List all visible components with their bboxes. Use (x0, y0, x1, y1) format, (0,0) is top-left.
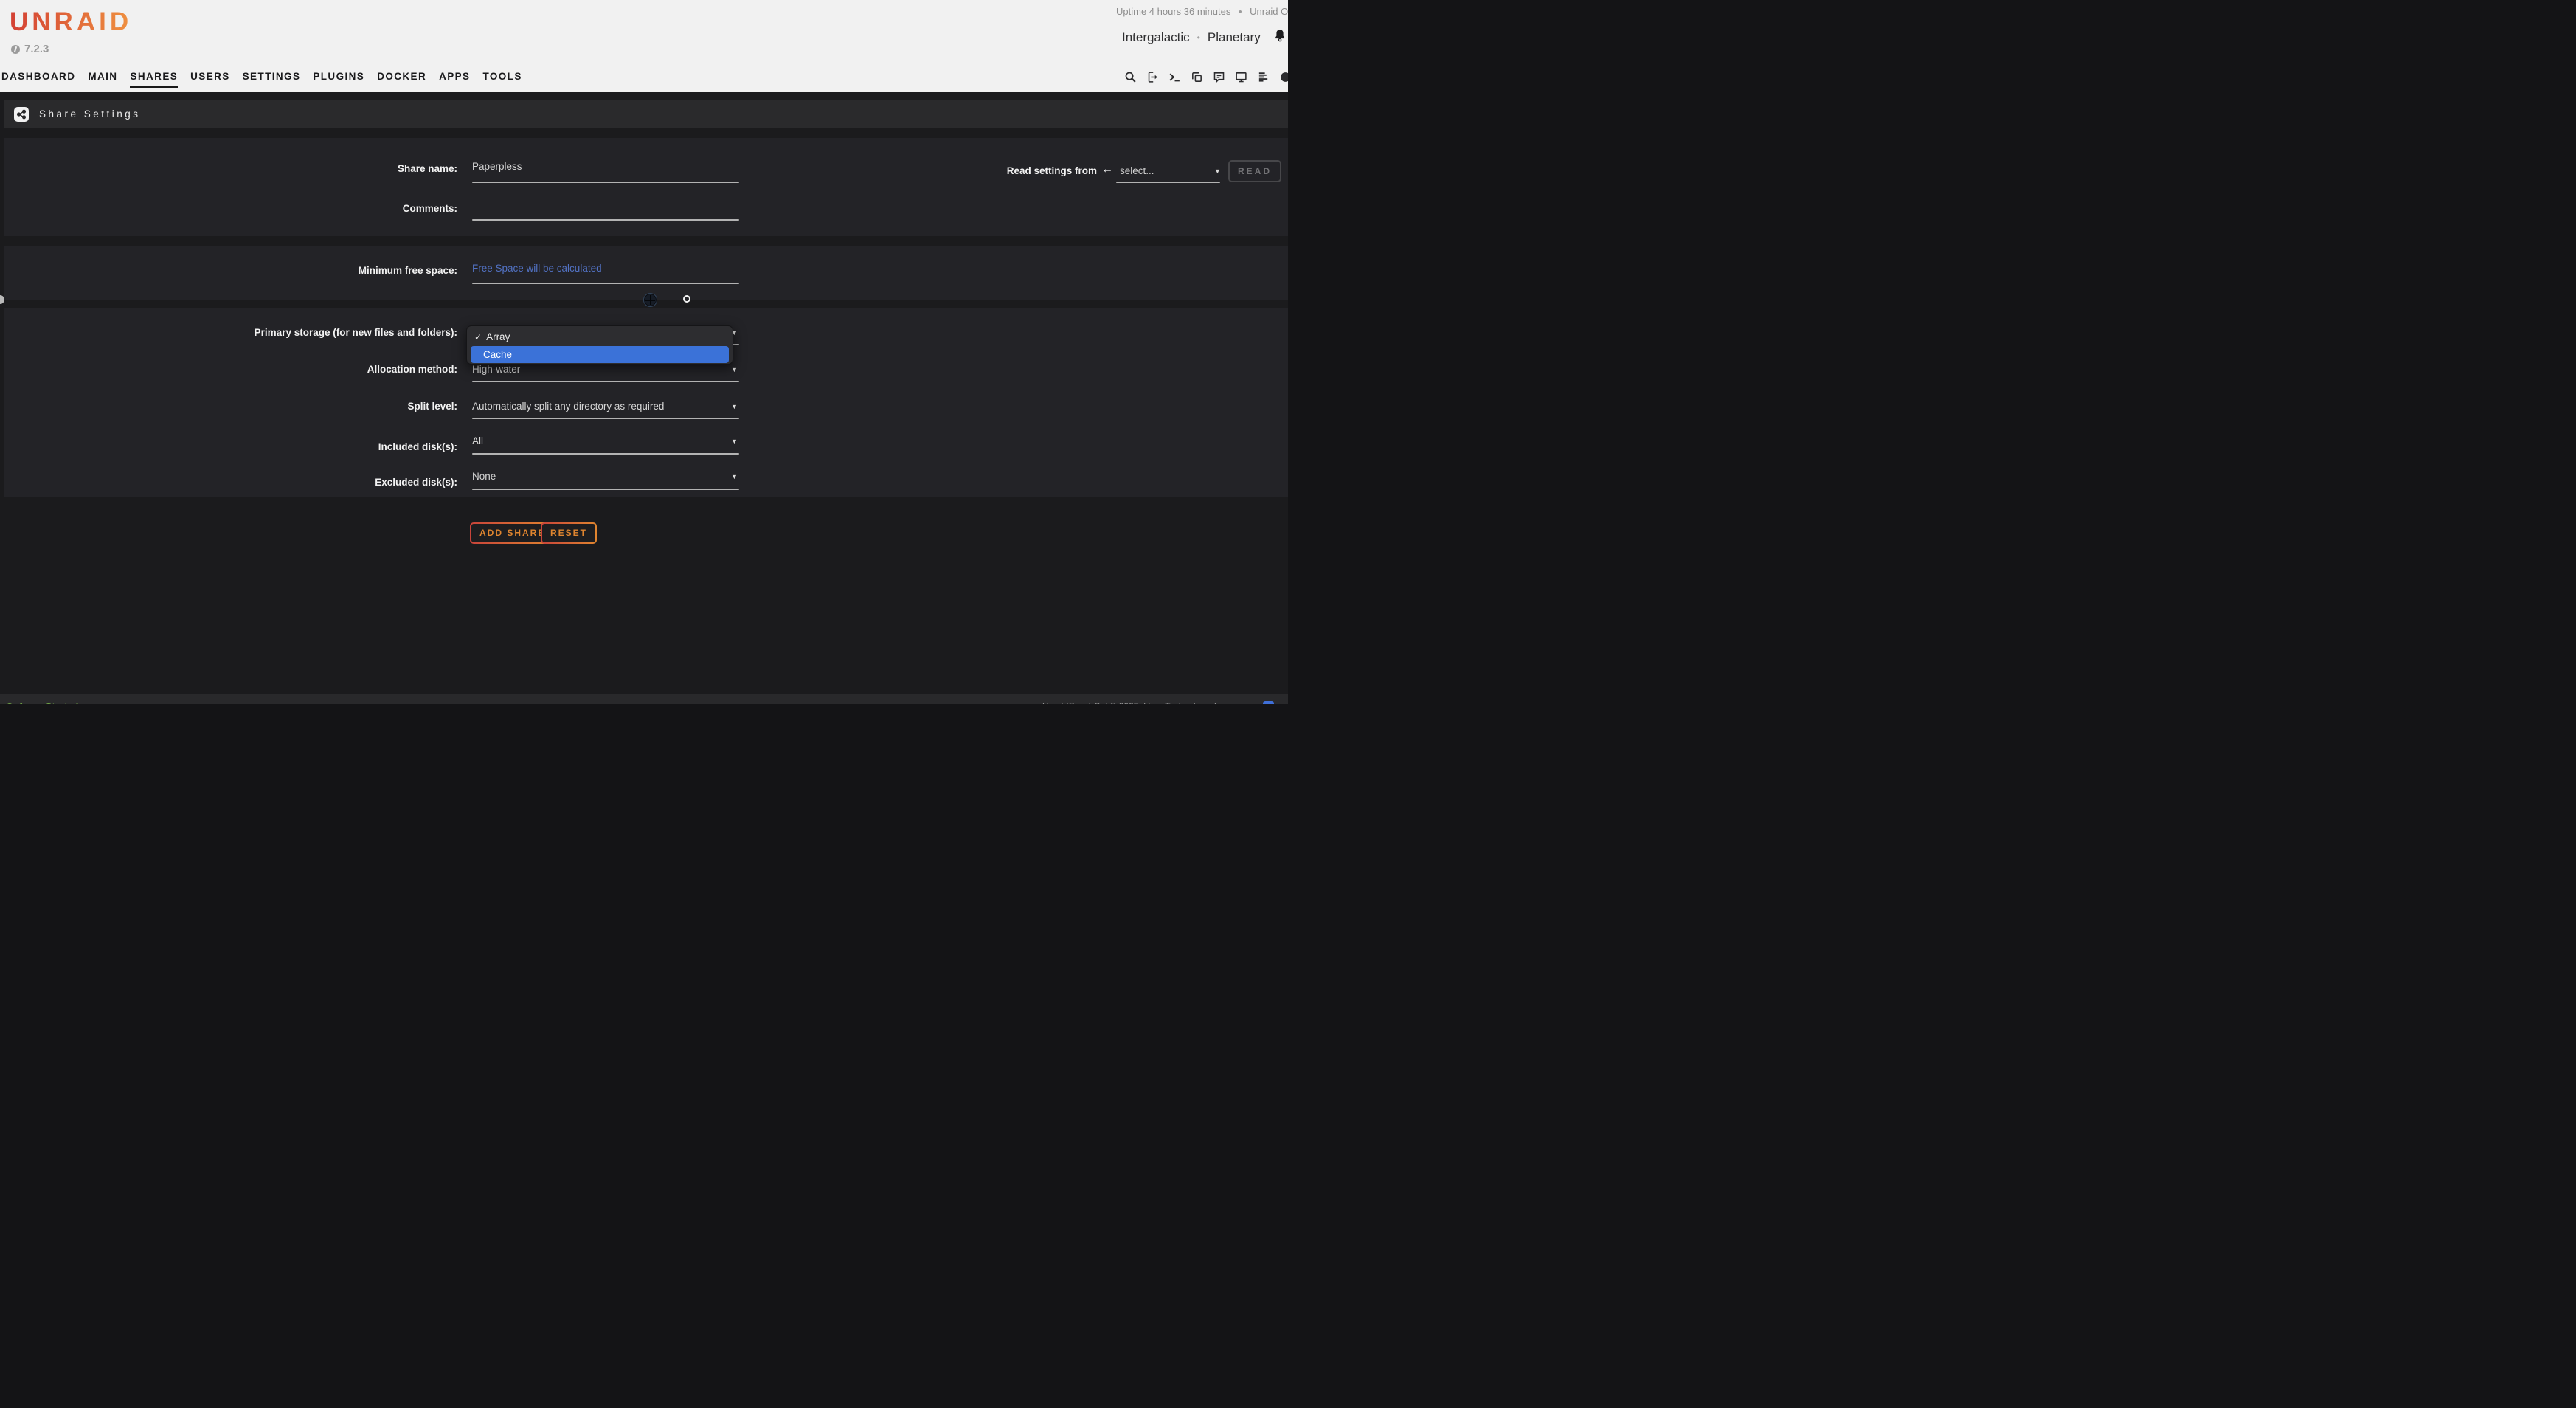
top-header: UNRAID 7.2.3 Uptime 4 hours 36 minutes •… (0, 0, 1288, 92)
select-underline (472, 381, 739, 382)
chevron-down-icon: ▼ (731, 366, 738, 373)
row-split-level: Split level: Automatically split any dir… (0, 401, 745, 430)
input-underline (472, 283, 739, 284)
dropdown-option-array[interactable]: ✓Array (467, 329, 733, 345)
row-min-free-space: Minimum free space: (0, 265, 745, 294)
feedback-icon[interactable] (1213, 71, 1225, 83)
footer-bar: Array Started Unraid® webGui © 2025, Lim… (0, 694, 1288, 704)
array-status[interactable]: Array Started (6, 701, 78, 704)
log-icon[interactable] (1257, 71, 1270, 83)
status-dot-icon (6, 703, 13, 705)
nav-item-shares[interactable]: SHARES (130, 71, 178, 88)
separator-dot: • (1197, 32, 1200, 43)
excluded-disks-label: Excluded disk(s): (0, 477, 457, 488)
sign-out-icon[interactable] (1146, 71, 1159, 83)
row-excluded-disks: Excluded disk(s): None ▼ (0, 477, 745, 506)
nav-item-plugins[interactable]: PLUGINS (313, 71, 364, 88)
uptime-line: Uptime 4 hours 36 minutes • Unraid OS St… (1116, 6, 1288, 17)
reset-button[interactable]: RESET (541, 522, 597, 544)
primary-storage-dropdown-popup: ✓Array Cache (466, 325, 733, 365)
row-comments: Comments: (0, 203, 745, 232)
share-nodes-icon[interactable] (14, 107, 29, 122)
row-included-disks: Included disk(s): All ▼ (0, 441, 745, 471)
select-underline (472, 453, 739, 455)
read-settings-label: Read settings from (944, 165, 1097, 176)
version-indicator[interactable]: 7.2.3 (11, 43, 49, 55)
excluded-disks-select[interactable]: None (472, 471, 730, 482)
nav-item-dashboard[interactable]: DASHBOARD (1, 71, 75, 88)
check-icon: ✓ (474, 332, 482, 342)
unraid-share-settings-page: UNRAID 7.2.3 Uptime 4 hours 36 minutes •… (0, 0, 1288, 704)
page-title-bar: Share Settings (4, 100, 1288, 128)
split-level-select[interactable]: Automatically split any directory as req… (472, 401, 730, 412)
primary-storage-label: Primary storage (for new files and folde… (0, 327, 457, 338)
remote-monitor-icon[interactable] (1235, 71, 1247, 83)
copy-icon[interactable] (1191, 71, 1203, 83)
read-button[interactable]: READ (1228, 160, 1281, 182)
share-name-label: Share name: (0, 163, 457, 174)
input-underline (472, 219, 739, 221)
select-underline (472, 418, 739, 419)
crosshair-cursor-indicator (643, 293, 657, 307)
copyright-text: Unraid® webGui © 2025, Lime Technology, … (1042, 701, 1228, 704)
ring-cursor-indicator (683, 295, 690, 303)
search-icon[interactable] (1124, 71, 1137, 83)
server-identity: Intergalactic • Planetary (1122, 28, 1288, 46)
version-label: 7.2.3 (24, 43, 49, 55)
nav-item-tools[interactable]: TOOLS (482, 71, 522, 88)
select-underline (1116, 182, 1220, 183)
comments-input[interactable] (472, 201, 730, 212)
nav-item-settings[interactable]: SETTINGS (243, 71, 301, 88)
select-underline (472, 489, 739, 490)
arrow-left-icon: ← (1101, 163, 1113, 176)
server-description: Planetary (1208, 30, 1261, 45)
dropdown-option-cache[interactable]: Cache (471, 346, 729, 363)
min-free-space-label: Minimum free space: (0, 265, 457, 276)
allocation-method-select[interactable]: High-water (472, 364, 730, 375)
included-disks-label: Included disk(s): (0, 441, 457, 452)
input-underline (472, 182, 739, 183)
license-os: Unraid OS (1250, 6, 1288, 17)
page-title: Share Settings (39, 108, 141, 120)
toolbar-icons (1124, 71, 1288, 83)
split-level-label: Split level: (0, 401, 457, 412)
nav-item-docker[interactable]: DOCKER (377, 71, 426, 88)
chevron-down-icon: ▼ (731, 438, 738, 445)
server-name[interactable]: Intergalactic (1122, 30, 1190, 45)
included-disks-select[interactable]: All (472, 435, 730, 446)
row-share-name: Share name: (0, 163, 745, 193)
bell-icon[interactable] (1273, 28, 1287, 46)
unraid-logo[interactable]: UNRAID (10, 7, 132, 37)
chevron-down-icon: ▼ (731, 473, 738, 480)
chevron-down-icon: ▼ (1214, 168, 1221, 175)
min-free-space-input[interactable] (472, 263, 730, 274)
separator-dot: • (1239, 6, 1242, 17)
footer-link-chip[interactable] (1263, 701, 1274, 704)
version-badge-icon (11, 45, 20, 54)
read-settings-select[interactable]: select... (1120, 165, 1154, 176)
share-name-input[interactable] (472, 161, 730, 172)
main-nav: DASHBOARD MAIN SHARES USERS SETTINGS PLU… (1, 71, 522, 88)
chevron-down-icon: ▼ (731, 403, 738, 410)
row-allocation-method: Allocation method: High-water ▼ (0, 364, 745, 393)
nav-item-apps[interactable]: APPS (439, 71, 470, 88)
terminal-icon[interactable] (1168, 71, 1181, 83)
uptime-text: Uptime 4 hours 36 minutes (1116, 6, 1230, 17)
nav-item-main[interactable]: MAIN (88, 71, 117, 88)
comments-label: Comments: (0, 203, 457, 214)
status-orb-icon[interactable] (1279, 71, 1288, 83)
nav-item-users[interactable]: USERS (190, 71, 230, 88)
allocation-method-label: Allocation method: (0, 364, 457, 375)
